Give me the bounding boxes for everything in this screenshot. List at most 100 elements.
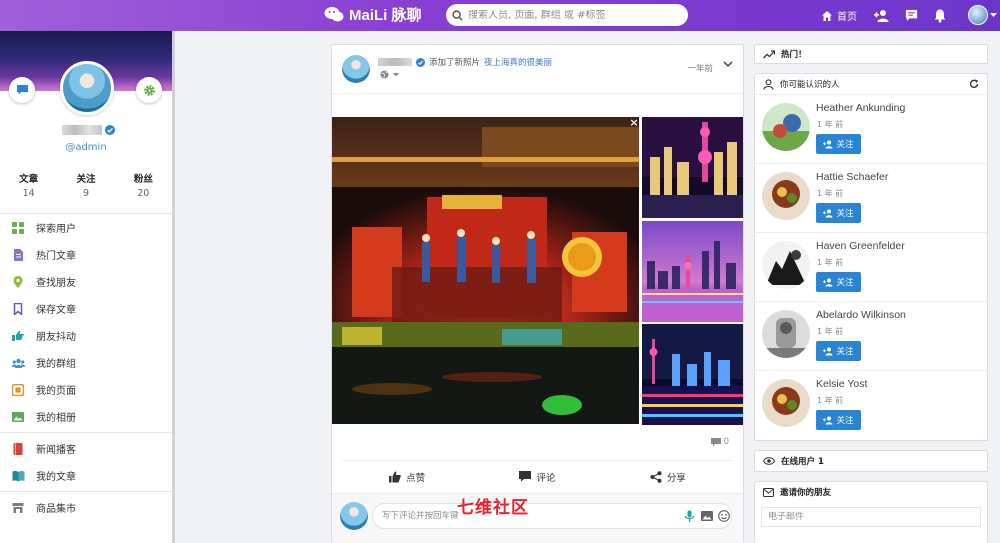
- search-input[interactable]: [468, 9, 683, 21]
- users-icon: [12, 357, 25, 369]
- suggestion-name[interactable]: Haven Greenfelder: [816, 240, 905, 252]
- sidebar-item-hot-posts[interactable]: 热门文章: [0, 241, 172, 268]
- sidebar-item-label: 热门文章: [36, 251, 76, 262]
- sidebar-item-explore-users[interactable]: 探索用户: [0, 214, 172, 241]
- follow-button[interactable]: 关注: [816, 272, 861, 292]
- envelope-icon: [763, 487, 774, 497]
- sidebar-item-my-groups[interactable]: 我的群组: [0, 349, 172, 376]
- invite-email-field[interactable]: [761, 507, 981, 527]
- suggestion-name[interactable]: Kelsie Yost: [816, 378, 867, 390]
- notifications-button[interactable]: [933, 0, 949, 31]
- post-timestamp[interactable]: 一年前: [687, 62, 713, 74]
- trending-card[interactable]: 热门！: [754, 44, 988, 64]
- chevron-down-icon[interactable]: [990, 0, 997, 31]
- flag-icon: [12, 383, 24, 396]
- post-card: 添加了新照片 夜上海真的很美丽 一年前 × 0 点赞 评论 分享 写下评论并按回…: [331, 44, 744, 543]
- profile-handle[interactable]: @admin: [0, 142, 172, 153]
- trending-icon: [763, 49, 775, 59]
- comment-input[interactable]: [382, 511, 682, 521]
- friend-requests-button[interactable]: [874, 0, 890, 31]
- suggestion-avatar[interactable]: [762, 379, 810, 427]
- follow-button[interactable]: 关注: [816, 410, 861, 430]
- emoji-icon[interactable]: [718, 510, 731, 523]
- suggestion-name[interactable]: Hattie Schaefer: [816, 171, 888, 183]
- profile-name: [56, 125, 120, 135]
- suggestion-avatar[interactable]: [762, 241, 810, 289]
- comment-button[interactable]: 评论: [472, 470, 602, 484]
- trending-title: 热门！: [781, 50, 807, 60]
- suggestion-avatar[interactable]: [762, 103, 810, 151]
- news-book-icon: [12, 442, 24, 455]
- suggestion-item: Kelsie Yost 1 年 前 关注: [755, 370, 987, 440]
- suggestion-item: Abelardo Wilkinson 1 年 前 关注: [755, 301, 987, 371]
- profile-settings-button[interactable]: [136, 77, 162, 103]
- microphone-icon[interactable]: [683, 510, 696, 523]
- close-icon[interactable]: ×: [628, 117, 640, 129]
- sidebar-item-pokes[interactable]: 朋友抖动: [0, 322, 172, 349]
- comment-input-wrapper[interactable]: [372, 503, 732, 529]
- sidebar-item-my-albums[interactable]: 我的相册: [0, 403, 172, 430]
- sidebar-item-marketplace[interactable]: 商品集市: [0, 494, 172, 521]
- comment-label: 评论: [536, 472, 556, 484]
- follow-label: 关注: [836, 140, 854, 150]
- search-bar[interactable]: [446, 4, 688, 26]
- sidebar-item-label: 保存文章: [36, 305, 76, 316]
- profile-message-button[interactable]: [9, 77, 35, 103]
- stat-posts[interactable]: 文章 14: [0, 171, 57, 199]
- sidebar-item-saved-posts[interactable]: 保存文章: [0, 295, 172, 322]
- like-button[interactable]: 点赞: [342, 470, 472, 484]
- person-outline-icon: [763, 78, 774, 90]
- stat-followers[interactable]: 粉丝 20: [115, 171, 172, 199]
- comment-count[interactable]: 0: [710, 437, 729, 447]
- stat-following[interactable]: 关注 9: [57, 171, 114, 199]
- post-author-avatar[interactable]: [342, 55, 370, 83]
- image-icon: [12, 411, 24, 423]
- share-icon: [650, 470, 662, 483]
- comment-bubble-icon: [710, 437, 721, 447]
- menu-divider: [0, 432, 172, 433]
- post-photo-thumb-3[interactable]: [642, 324, 743, 425]
- refresh-icon[interactable]: [969, 79, 979, 89]
- explore-grid-icon: [12, 221, 24, 234]
- suggestion-name[interactable]: Heather Ankunding: [816, 102, 905, 114]
- follow-button[interactable]: 关注: [816, 134, 861, 154]
- globe-icon: [380, 70, 389, 79]
- invite-friends-card: 邀请你的朋友: [754, 481, 988, 543]
- comment-composer: [332, 493, 743, 543]
- sidebar-item-news-podcast[interactable]: 新闻播客: [0, 435, 172, 462]
- post-place-link[interactable]: 夜上海真的很美丽: [484, 56, 552, 68]
- blurred-author-name[interactable]: [378, 58, 412, 66]
- post-privacy[interactable]: [380, 70, 399, 79]
- follow-button[interactable]: 关注: [816, 203, 861, 223]
- follow-button[interactable]: 关注: [816, 341, 861, 361]
- suggestion-item: Haven Greenfelder 1 年 前 关注: [755, 232, 987, 302]
- suggestion-name[interactable]: Abelardo Wilkinson: [816, 309, 906, 321]
- map-pin-icon: [12, 275, 24, 288]
- user-avatar-menu[interactable]: [968, 5, 988, 25]
- online-users-card[interactable]: 在线用户 1: [754, 450, 988, 472]
- sidebar-item-find-friends[interactable]: 查找朋友: [0, 268, 172, 295]
- sidebar-item-my-articles[interactable]: 我的文章: [0, 462, 172, 489]
- profile-stats: 文章 14 关注 9 粉丝 20: [0, 171, 172, 199]
- image-upload-icon[interactable]: [701, 510, 714, 523]
- post-options-chevron-icon[interactable]: [723, 61, 733, 68]
- suggestion-avatar[interactable]: [762, 310, 810, 358]
- online-users-title: 在线用户 1: [781, 457, 824, 467]
- chevron-down-icon: [393, 72, 399, 77]
- sidebar-item-my-pages[interactable]: 我的页面: [0, 376, 172, 403]
- post-photo-thumb-2[interactable]: [642, 221, 743, 322]
- home-link[interactable]: 首页: [821, 0, 857, 31]
- add-user-icon: [823, 140, 833, 149]
- invite-email-input[interactable]: [768, 512, 978, 522]
- profile-avatar[interactable]: [60, 61, 114, 115]
- stat-label: 文章: [19, 174, 39, 185]
- suggestion-avatar[interactable]: [762, 172, 810, 220]
- post-photo-main[interactable]: [332, 117, 639, 424]
- app-logo[interactable]: MaiLi 脉聊: [324, 4, 422, 25]
- post-photo-thumb-1[interactable]: [642, 117, 743, 218]
- verified-badge-icon: [416, 57, 425, 67]
- add-user-icon: [874, 8, 890, 24]
- messages-button[interactable]: [904, 0, 920, 31]
- share-button[interactable]: 分享: [603, 470, 733, 484]
- suggestion-item: Hattie Schaefer 1 年 前 关注: [755, 163, 987, 233]
